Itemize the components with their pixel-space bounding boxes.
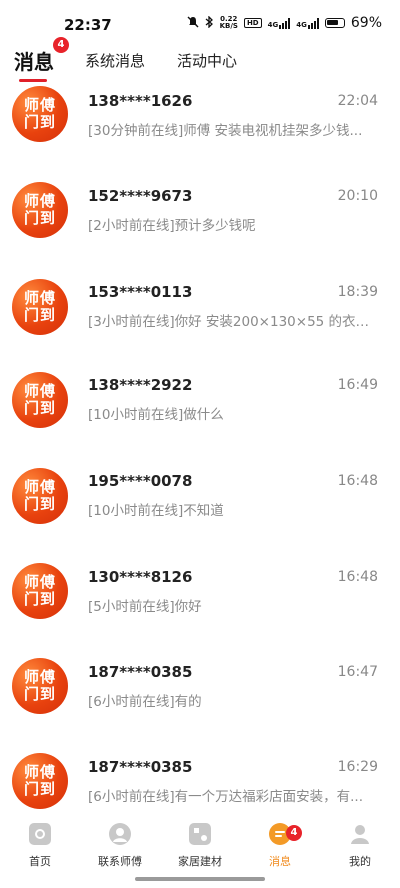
contact-phone: 153****0113 [88,283,193,301]
list-item[interactable]: 师傅 门到 195****0078 16:48 [10小时前在线]不知道 [0,468,400,562]
nav-mine[interactable]: 我的 [320,823,400,869]
contact-phone: 195****0078 [88,472,193,490]
message-preview: [6小时前在线]有的 [88,694,202,710]
message-preview: [6小时前在线]有一个万达福彩店面安装，有... [88,789,363,805]
list-item[interactable]: 师傅 门到 187****0385 16:47 [6小时前在线]有的 [0,658,400,752]
message-time: 20:10 [337,188,378,204]
avatar: 师傅 门到 [12,279,68,335]
mute-icon [187,16,199,31]
message-preview: [2小时前在线]预计多少钱呢 [88,218,256,234]
profile-icon [349,823,371,845]
active-tab-indicator [19,79,47,82]
contact-phone: 152****9673 [88,187,193,205]
contact-phone: 130****8126 [88,568,193,586]
tab-activity-center[interactable]: 活动中心 [177,50,237,71]
status-bar: 22:37 0.22 KB/S HD 4G 4G 69% [0,0,400,40]
avatar: 师傅 门到 [12,182,68,238]
nav-contact-master[interactable]: 联系师傅 [80,823,160,869]
status-icons: 0.22 KB/S HD 4G 4G 69% [187,14,382,31]
message-preview: [10小时前在线]不知道 [88,503,224,519]
avatar: 师傅 门到 [12,563,68,619]
nav-home-materials[interactable]: 家居建材 [160,823,240,869]
network-speed: 0.22 KB/S [219,15,238,30]
contact-master-icon [109,823,131,845]
list-item[interactable]: 师傅 门到 130****8126 16:48 [5小时前在线]你好 [0,563,400,657]
bluetooth-icon [205,14,214,31]
contact-phone: 187****0385 [88,663,193,681]
message-time: 16:48 [337,473,378,489]
tab-messages[interactable]: 消息 [14,46,54,75]
status-time: 22:37 [64,16,112,34]
message-preview: [10小时前在线]做什么 [88,407,224,423]
message-preview: [3小时前在线]你好 安装200×130×55 的衣柜 ... [88,314,378,330]
nav-messages[interactable]: 消息 4 [240,823,320,869]
message-time: 16:49 [337,377,378,393]
avatar: 师傅 门到 [12,468,68,524]
tab-system-messages[interactable]: 系统消息 [85,50,145,71]
avatar: 师傅 门到 [12,658,68,714]
home-icon [29,823,51,845]
battery-icon [324,18,345,28]
nav-home[interactable]: 首页 [0,823,80,869]
message-time: 16:47 [337,664,378,680]
avatar: 师傅 门到 [12,372,68,428]
hd-icon: HD [243,18,262,28]
home-indicator[interactable] [135,877,265,881]
messages-nav-badge: 4 [286,825,302,841]
message-time: 16:48 [337,569,378,585]
message-time: 18:39 [337,284,378,300]
list-item[interactable]: 师傅 门到 138****2922 16:49 [10小时前在线]做什么 [0,372,400,466]
list-item[interactable]: 师傅 门到 138****1626 22:04 [30分钟前在线]师傅 安装电视机… [0,86,400,182]
message-preview: [30分钟前在线]师傅 安装电视机挂架多少钱... [88,123,363,139]
message-preview: [5小时前在线]你好 [88,599,202,615]
signal-icon-1: 4G [268,17,291,29]
contact-phone: 138****1626 [88,92,193,110]
contact-phone: 187****0385 [88,758,193,776]
message-time: 16:29 [337,759,378,775]
list-item[interactable]: 师傅 门到 152****9673 20:10 [2小时前在线]预计多少钱呢 [0,182,400,276]
avatar: 师傅 门到 [12,86,68,142]
contact-phone: 138****2922 [88,376,193,394]
messages-tab-badge: 4 [53,37,69,53]
list-item[interactable]: 师傅 门到 153****0113 18:39 [3小时前在线]你好 安装200×… [0,276,400,370]
signal-icon-2: 4G [296,17,319,29]
battery-percent: 69% [350,15,382,31]
home-materials-icon [189,823,211,845]
message-time: 22:04 [337,93,378,109]
avatar: 师傅 门到 [12,753,68,809]
